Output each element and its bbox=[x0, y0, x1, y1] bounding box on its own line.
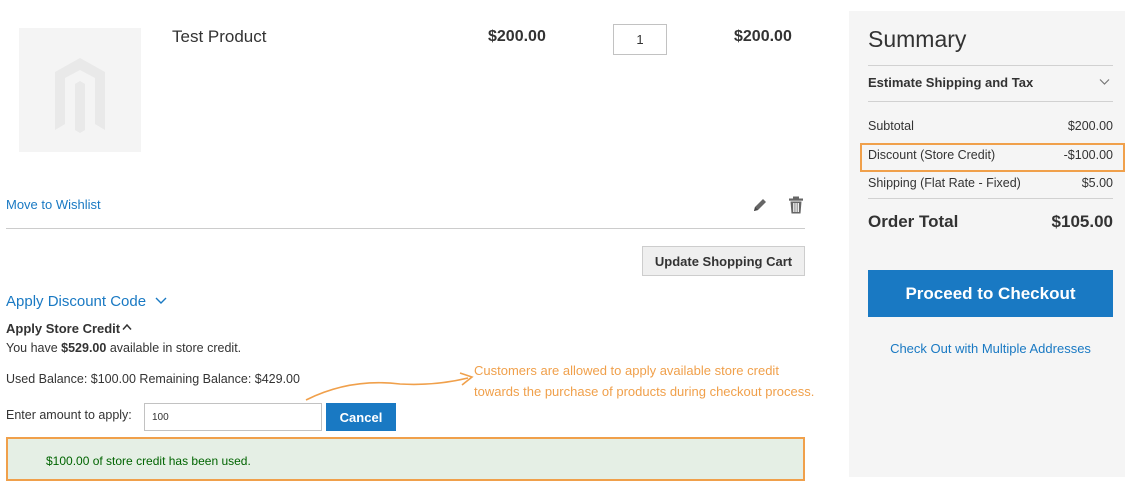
apply-discount-toggle[interactable]: Apply Discount Code bbox=[6, 293, 146, 310]
chevron-up-icon[interactable] bbox=[122, 323, 132, 331]
available-credit-text: You have $529.00 available in store cred… bbox=[6, 341, 242, 355]
summary-title: Summary bbox=[868, 26, 967, 52]
subtotal-label: Subtotal bbox=[868, 119, 914, 133]
order-total-value: $105.00 bbox=[1051, 212, 1113, 231]
subtotal-value: $200.00 bbox=[1067, 119, 1113, 133]
annotation-line-1: Customers are allowed to apply available… bbox=[474, 363, 779, 378]
summary-divider bbox=[868, 198, 1113, 199]
quantity-input[interactable] bbox=[613, 24, 667, 55]
product-image[interactable] bbox=[19, 28, 141, 152]
annotation-line-2: towards the purchase of products during … bbox=[474, 384, 815, 399]
discount-value: -$100.00 bbox=[1063, 148, 1113, 162]
amount-label: Enter amount to apply: bbox=[6, 408, 132, 422]
trash-icon[interactable] bbox=[788, 196, 804, 214]
pencil-icon[interactable] bbox=[751, 196, 769, 214]
annotation-arrow-icon bbox=[305, 372, 474, 401]
order-total-label: Order Total bbox=[868, 212, 959, 231]
success-message: $100.00 of store credit has been used. bbox=[46, 454, 251, 468]
product-subtotal: $200.00 bbox=[734, 28, 792, 45]
product-price: $200.00 bbox=[488, 28, 546, 45]
credit-amount-input[interactable] bbox=[144, 403, 322, 431]
product-name[interactable]: Test Product bbox=[172, 27, 267, 47]
magento-logo-placeholder-icon bbox=[55, 58, 105, 133]
cancel-credit-button[interactable]: Cancel bbox=[326, 403, 396, 431]
balance-text: Used Balance: $100.00 Remaining Balance:… bbox=[6, 372, 300, 386]
summary-divider bbox=[868, 101, 1113, 102]
move-to-wishlist-link[interactable]: Move to Wishlist bbox=[6, 197, 101, 212]
proceed-to-checkout-button[interactable]: Proceed to Checkout bbox=[868, 270, 1113, 317]
apply-store-credit-toggle[interactable]: Apply Store Credit bbox=[6, 321, 120, 336]
cart-divider bbox=[6, 228, 805, 229]
shipping-value: $5.00 bbox=[1081, 176, 1113, 190]
discount-label: Discount (Store Credit) bbox=[868, 148, 996, 162]
available-credit-amount: $529.00 bbox=[61, 341, 107, 355]
chevron-down-icon[interactable] bbox=[1099, 78, 1110, 86]
update-cart-button[interactable]: Update Shopping Cart bbox=[642, 246, 805, 276]
estimate-shipping-toggle[interactable]: Estimate Shipping and Tax bbox=[868, 75, 1033, 90]
summary-divider bbox=[868, 65, 1113, 66]
multiple-addresses-link[interactable]: Check Out with Multiple Addresses bbox=[868, 341, 1113, 356]
chevron-down-icon[interactable] bbox=[155, 296, 167, 306]
shipping-label: Shipping (Flat Rate - Fixed) bbox=[868, 176, 1021, 190]
